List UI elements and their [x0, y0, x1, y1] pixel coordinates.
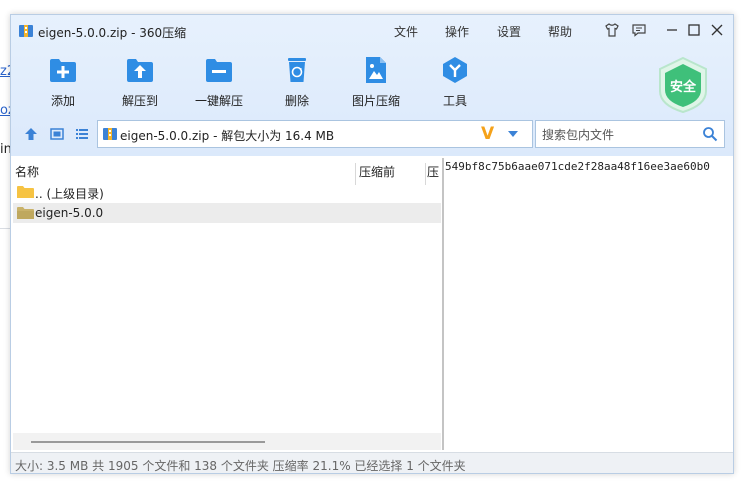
thumbnail-view-icon[interactable] — [49, 126, 65, 142]
tools-label: 工具 — [442, 94, 467, 108]
minimize-button[interactable] — [663, 21, 681, 39]
scrollbar-thumb[interactable] — [31, 441, 265, 443]
status-text: 大小: 3.5 MB 共 1905 个文件和 138 个文件夹 压缩率 21.1… — [15, 459, 466, 473]
security-badge[interactable]: 安全 — [655, 55, 711, 115]
preview-pane[interactable]: 549bf8c75b6aae071cde2f28aa48f16ee3ae60b0 — [443, 158, 733, 450]
menu-help[interactable]: 帮助 — [548, 23, 572, 40]
address-bar[interactable]: eigen-5.0.0.zip - 解包大小为 16.4 MB V — [97, 120, 533, 148]
minimize-icon — [667, 29, 677, 31]
maximize-button[interactable] — [685, 21, 703, 39]
one-click-extract-icon — [206, 59, 232, 82]
extract-to-button[interactable]: 解压到 — [105, 55, 175, 111]
archive-comment: 549bf8c75b6aae071cde2f28aa48f16ee3ae60b0 — [445, 160, 710, 173]
tools-button[interactable]: 工具 — [420, 55, 490, 111]
list-item[interactable]: eigen-5.0.0 — [13, 203, 441, 223]
feedback-button[interactable] — [630, 21, 648, 39]
verified-badge-icon[interactable]: V — [481, 124, 494, 144]
menu-file[interactable]: 文件 — [394, 23, 418, 40]
window-title: eigen-5.0.0.zip - 360压缩 — [38, 26, 187, 40]
skin-button[interactable] — [603, 21, 621, 39]
folder-icon — [17, 207, 34, 219]
title-bar[interactable]: eigen-5.0.0.zip - 360压缩 文件 操作 设置 帮助 — [11, 15, 733, 47]
status-bar: 大小: 3.5 MB 共 1905 个文件和 138 个文件夹 压缩率 21.1… — [11, 452, 733, 473]
maximize-icon — [688, 24, 700, 36]
column-size[interactable]: 压缩前 — [359, 163, 395, 180]
add-icon — [50, 59, 76, 82]
tools-icon — [443, 57, 467, 83]
one-click-extract-button[interactable]: 一键解压 — [184, 55, 254, 111]
delete-label: 删除 — [284, 94, 309, 108]
shirt-icon — [605, 23, 619, 37]
up-arrow-icon[interactable] — [23, 126, 39, 142]
list-view-icon[interactable] — [74, 126, 90, 142]
close-icon — [711, 24, 723, 36]
list-item[interactable]: .. (上级目录) — [13, 182, 441, 202]
file-name: .. (上级目录) — [35, 187, 104, 201]
background-divider — [0, 228, 10, 229]
column-header: 名称 压缩前 压 — [13, 158, 442, 185]
recycle-bin-icon — [288, 58, 306, 82]
horizontal-scrollbar[interactable] — [13, 433, 441, 450]
menu-settings[interactable]: 设置 — [497, 23, 521, 40]
add-button[interactable]: 添加 — [28, 55, 98, 111]
column-packed[interactable]: 压 — [427, 163, 439, 180]
image-compress-label: 图片压缩 — [351, 94, 400, 108]
folder-icon — [17, 186, 34, 198]
search-input[interactable] — [540, 125, 694, 145]
archive-window: eigen-5.0.0.zip - 360压缩 文件 操作 设置 帮助 添加 解… — [10, 14, 734, 474]
chevron-down-icon[interactable] — [508, 131, 518, 137]
search-icon[interactable] — [702, 126, 718, 142]
archive-icon — [103, 128, 117, 140]
delete-button[interactable]: 删除 — [262, 55, 332, 111]
add-label: 添加 — [50, 94, 75, 108]
extract-to-label: 解压到 — [121, 94, 158, 108]
archive-icon — [19, 25, 33, 37]
file-list-pane[interactable]: 名称 压缩前 压 .. (上级目录) eigen-5.0.0 — [13, 158, 443, 450]
one-click-extract-label: 一键解压 — [194, 94, 243, 108]
menu-operation[interactable]: 操作 — [445, 23, 469, 40]
extract-to-icon — [127, 59, 153, 82]
security-label: 安全 — [669, 80, 696, 95]
window-chrome: eigen-5.0.0.zip - 360压缩 文件 操作 设置 帮助 添加 解… — [11, 15, 733, 156]
image-compress-button[interactable]: 图片压缩 — [341, 55, 411, 111]
image-compress-icon — [366, 57, 386, 83]
file-name: eigen-5.0.0 — [35, 206, 104, 220]
close-button[interactable] — [708, 21, 726, 39]
message-icon — [632, 24, 646, 37]
address-path: eigen-5.0.0.zip - 解包大小为 16.4 MB — [120, 129, 335, 143]
search-box — [535, 120, 725, 148]
column-name[interactable]: 名称 — [15, 163, 39, 180]
